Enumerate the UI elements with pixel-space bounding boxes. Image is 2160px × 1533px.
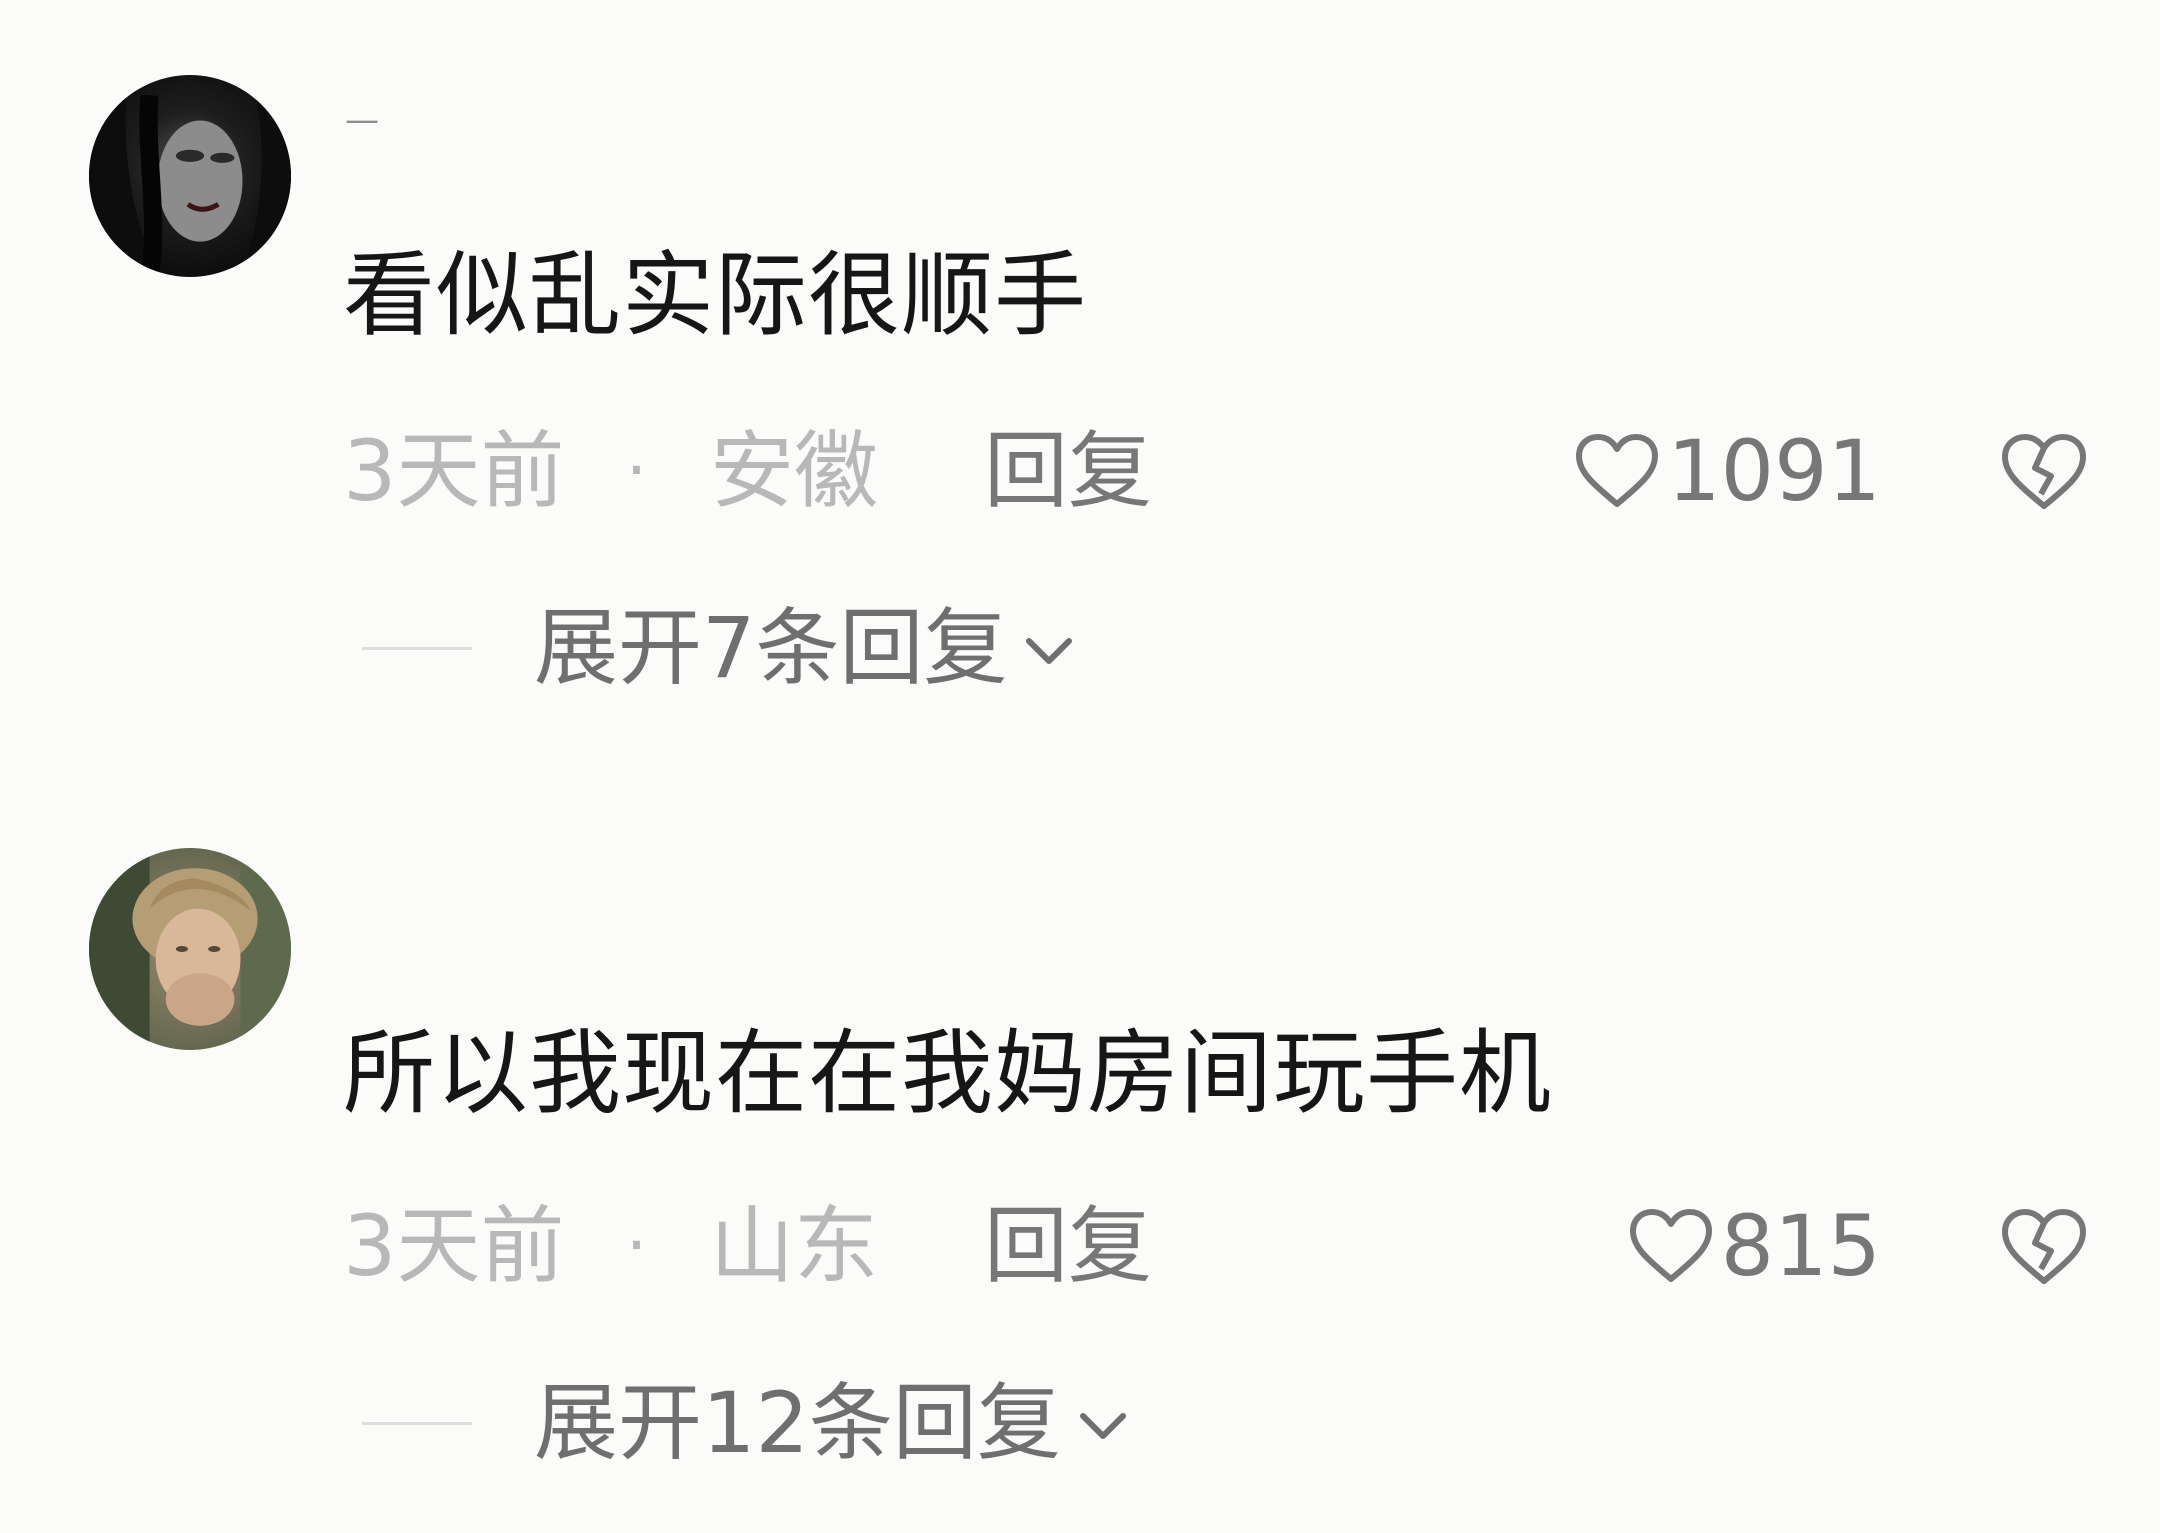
comment-text: 所以我现在在我妈房间玩手机 — [343, 1020, 1553, 1127]
like-button[interactable]: 1091 — [1573, 416, 1881, 526]
like-button[interactable]: 815 — [1627, 1191, 1881, 1301]
comment-location: 山东 — [710, 1197, 879, 1295]
comment-time: 3天前 — [343, 422, 565, 520]
like-count: 815 — [1720, 1197, 1881, 1295]
reply-button[interactable]: 回复 — [984, 416, 1152, 526]
meta-separator: · — [626, 432, 647, 509]
dark-portrait-avatar — [89, 75, 291, 277]
dislike-button[interactable] — [1999, 432, 2089, 512]
reply-button[interactable]: 回复 — [984, 1191, 1152, 1301]
broken-heart-icon — [2002, 434, 2086, 509]
comment-text: 看似乱实际很顺手 — [343, 242, 1088, 349]
avatar[interactable] — [89, 848, 291, 1050]
comment-location: 安徽 — [710, 422, 879, 520]
divider-line — [362, 1421, 472, 1425]
comment-time: 3天前 — [343, 1197, 565, 1295]
expand-replies-label: 展开7条回复 — [534, 599, 1008, 697]
avatar[interactable] — [89, 75, 291, 277]
broken-heart-icon — [2002, 1209, 2086, 1284]
divider-line — [362, 646, 472, 650]
heart-outline-icon — [1629, 1209, 1712, 1282]
expand-replies-button[interactable]: 展开7条回复 — [362, 598, 1077, 698]
photo-portrait-avatar — [89, 848, 291, 1050]
heart-outline-icon — [1576, 434, 1659, 507]
like-count: 1091 — [1667, 422, 1881, 520]
dislike-button[interactable] — [1999, 1207, 2089, 1287]
comment-meta-row: 3天前 · 山东 回复 815 — [343, 1191, 2103, 1301]
expand-replies-label: 展开12条回复 — [534, 1374, 1061, 1472]
chevron-down-icon — [1075, 1406, 1131, 1446]
comment-item: — 看似乱实际很顺手 3天前 · 安徽 回复 1091 展开7条回复 — [0, 0, 2160, 760]
meta-separator: · — [626, 1207, 647, 1284]
expand-replies-button[interactable]: 展开12条回复 — [362, 1373, 1131, 1473]
comment-meta-row: 3天前 · 安徽 回复 1091 — [343, 416, 2103, 526]
chevron-down-icon — [1021, 631, 1077, 671]
username[interactable]: — — [345, 100, 379, 140]
comment-item: 所以我现在在我妈房间玩手机 3天前 · 山东 回复 815 展开12条回复 — [0, 773, 2160, 1533]
